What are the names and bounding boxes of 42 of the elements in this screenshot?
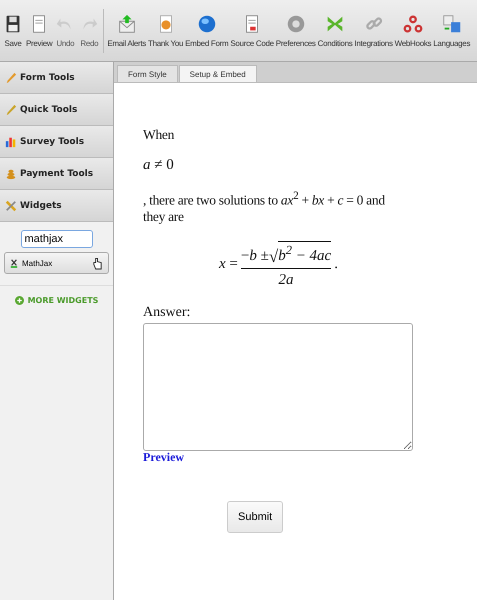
math-expression: −b ± <box>240 248 269 264</box>
math-expression: b$^{2}$ − 4ac <box>278 240 332 264</box>
toolbar-button[interactable]: Integrations <box>353 13 394 48</box>
toolbar-button[interactable]: Languages <box>432 13 472 48</box>
toolbar-button[interactable]: Email Alerts <box>106 13 147 48</box>
pencil-icon <box>5 104 17 116</box>
period: . <box>334 256 338 273</box>
toolbar-button[interactable]: Thank You <box>147 13 184 48</box>
toolbar-button[interactable]: Conditions <box>316 13 354 48</box>
sidebar-section[interactable]: Quick Tools <box>0 94 113 126</box>
coin-stack-icon <box>5 168 17 180</box>
question-text: When <box>143 127 176 143</box>
math-expression: a ≠ 0 <box>143 157 175 174</box>
sidebar-section[interactable]: Payment Tools <box>0 158 113 190</box>
math-expression: x = <box>219 256 238 273</box>
toolbar-button[interactable]: Preview <box>25 13 54 48</box>
preview-link[interactable]: Preview <box>143 450 184 462</box>
sidebar-section[interactable]: Form Tools <box>0 62 113 94</box>
toolbar-button[interactable]: WebHooks <box>394 13 432 48</box>
toolbar-button[interactable]: Save <box>1 13 25 48</box>
answer-box[interactable] <box>143 322 413 450</box>
question-text: , there are two solutions to ax$^{2}$ + bx + c = 0 and they are <box>143 189 386 224</box>
widget-item[interactable]: MathJax <box>4 252 109 274</box>
plus-icon <box>14 296 24 305</box>
radical-sign: √ <box>268 248 278 264</box>
sidebar-section[interactable]: Survey Tools <box>0 126 113 158</box>
sidebar-section[interactable]: Widgets <box>0 190 113 222</box>
toolbar-button[interactable]: Source Code <box>229 13 275 48</box>
submit-button[interactable]: Submit <box>227 500 284 532</box>
answer-label: Answer: <box>143 304 192 320</box>
translate-icon <box>440 13 463 35</box>
widget-icon <box>10 258 18 268</box>
math-expression: 2a <box>278 272 294 288</box>
toolbar-button[interactable]: Preferences <box>274 13 317 48</box>
bar-chart-icon <box>5 136 17 148</box>
toolbar-button[interactable]: Embed Form <box>184 13 230 48</box>
tab[interactable]: Form Style <box>117 65 178 82</box>
pencil-icon <box>5 72 17 84</box>
ruler-cross-icon <box>5 200 17 212</box>
hand-cursor-icon <box>92 256 103 270</box>
tab[interactable]: Setup & Embed <box>178 65 257 82</box>
widget-search-field[interactable]: mathjax <box>20 230 92 248</box>
